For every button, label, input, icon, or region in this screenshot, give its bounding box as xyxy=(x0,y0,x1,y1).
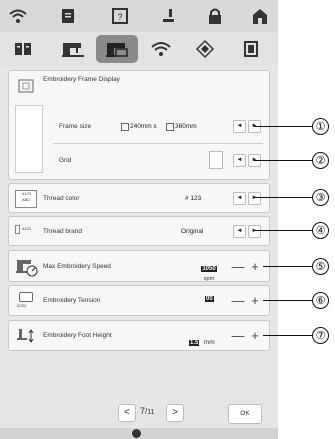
callout-line-4 xyxy=(254,230,312,231)
frame-size-label: Frame size xyxy=(59,123,92,130)
thread-color-icon: #123 ABC xyxy=(15,190,37,208)
tab-embroidery[interactable] xyxy=(96,35,138,63)
thread-color-prev-button[interactable]: ◄ xyxy=(233,192,246,205)
thread-brand-prev-button[interactable]: ◄ xyxy=(233,225,246,238)
settings-category-tabs xyxy=(0,32,278,66)
bottom-bar xyxy=(0,428,278,439)
svg-text:?: ? xyxy=(117,12,122,22)
frame-size-prev-button[interactable]: ◄ xyxy=(233,120,246,133)
callout-line-3 xyxy=(254,197,312,198)
frame-size-width: 240mm x xyxy=(130,123,157,130)
settings-panel: Embroidery Frame Display Frame size 240m… xyxy=(8,70,270,400)
screen-frame-icon xyxy=(244,41,258,57)
wifi-tab-icon xyxy=(151,42,171,56)
frame-divider xyxy=(53,143,263,144)
tab-general[interactable] xyxy=(2,35,44,63)
frame-display-icon xyxy=(18,79,34,93)
callout-5: ⑤ xyxy=(312,258,329,275)
thread-color-icon-text-1: #123 xyxy=(22,191,31,196)
max-speed-value: 1050 xyxy=(201,266,217,272)
tension-icon: ICON xyxy=(15,291,37,311)
tab-network[interactable] xyxy=(140,35,182,63)
max-speed-label: Max Embroidery Speed xyxy=(43,263,111,270)
callout-line-7 xyxy=(263,335,312,336)
thread-brand-icon-text: #123 xyxy=(22,226,31,231)
thread-color-icon-text-2: ABC xyxy=(22,197,31,202)
max-speed-minus-button[interactable]: — xyxy=(231,259,245,275)
max-speed-unit: spm xyxy=(203,276,215,282)
tension-plus-button[interactable]: + xyxy=(248,293,262,309)
next-page-button[interactable]: > xyxy=(166,404,184,422)
document-icon xyxy=(62,9,74,23)
ok-button[interactable]: OK xyxy=(228,404,262,424)
thread-brand-next-button[interactable]: ► xyxy=(248,225,261,238)
wifi-icon xyxy=(9,9,27,23)
speed-machine-icon xyxy=(16,260,38,277)
thread-brand-icon: #123 xyxy=(15,223,35,237)
thread-color-next-button[interactable]: ► xyxy=(248,192,261,205)
tab-sewing[interactable] xyxy=(52,35,94,63)
callout-2: ② xyxy=(312,152,329,169)
page-navigation: < 7/11 > OK xyxy=(0,404,278,426)
frame-display-title: Embroidery Frame Display xyxy=(43,76,120,83)
help-icon[interactable]: ? xyxy=(110,6,130,26)
frame-width-icon xyxy=(121,123,129,131)
home-dot-icon[interactable] xyxy=(132,429,141,438)
home-icon[interactable] xyxy=(250,6,270,26)
foot-height-card: Embroidery Foot Height 1.5 mm — + xyxy=(8,320,270,351)
tension-value: 00 xyxy=(205,296,214,302)
foot-height-icon xyxy=(17,329,34,343)
callout-line-6 xyxy=(263,300,312,301)
lock-icon[interactable] xyxy=(205,6,225,26)
tension-minus-button[interactable]: — xyxy=(231,293,245,309)
grid-prev-button[interactable]: ◄ xyxy=(233,154,246,167)
thread-brand-card: #123 Thread brand Original ◄ ► xyxy=(8,216,270,246)
thread-brand-spool-icon xyxy=(15,225,20,234)
foot-height-readout: 1.5 mm xyxy=(189,331,215,349)
callout-line-2 xyxy=(254,160,312,161)
frame-height-icon xyxy=(166,123,174,131)
frame-display-card: Embroidery Frame Display Frame size 240m… xyxy=(8,70,270,180)
thread-color-card: #123 ABC Thread color # 123 ◄ ► xyxy=(8,183,270,213)
book-icon xyxy=(15,43,31,55)
foot-height-unit: mm xyxy=(203,339,215,346)
callout-4: ④ xyxy=(312,222,329,239)
tension-card: ICON Embroidery Tension 00 — + xyxy=(8,285,270,316)
tension-dial-icon xyxy=(19,292,33,302)
max-speed-card: Max Embroidery Speed 1050 spm — + xyxy=(8,250,270,282)
foot-height-label: Embroidery Foot Height xyxy=(43,332,112,339)
previous-page-button[interactable]: < xyxy=(118,404,136,422)
grid-label: Grid xyxy=(59,157,72,164)
foot-height-minus-button[interactable]: — xyxy=(231,328,245,344)
presser-foot-icon[interactable] xyxy=(160,6,180,26)
embroidery-machine-icon xyxy=(106,43,128,57)
tab-machine-settings[interactable] xyxy=(184,35,226,63)
foot-height-plus-button[interactable]: + xyxy=(248,328,262,344)
status-bar: ? xyxy=(0,0,278,32)
thread-color-label: Thread color xyxy=(43,195,80,202)
foot-height-value: 1.5 xyxy=(189,340,200,346)
settings-screen: ? Embroidery Frame Display Frame size 24… xyxy=(0,0,278,439)
thread-color-value: # 123 xyxy=(185,195,202,202)
callout-line-5 xyxy=(263,266,312,267)
thread-brand-label: Thread brand xyxy=(43,228,83,235)
callout-7: ⑦ xyxy=(312,327,329,344)
page-indicator: 7/11 xyxy=(140,406,155,416)
thread-brand-value: Original xyxy=(181,228,204,235)
callout-line-1 xyxy=(254,126,312,127)
frame-preview xyxy=(15,105,43,173)
diamond-settings-icon xyxy=(195,39,215,59)
max-speed-readout: 1050 spm xyxy=(199,257,219,282)
callout-3: ③ xyxy=(312,189,329,206)
total-pages: 11 xyxy=(147,409,155,416)
frame-size-height: 360mm xyxy=(175,123,197,130)
tab-screen[interactable] xyxy=(230,35,272,63)
tension-label: Embroidery Tension xyxy=(43,297,101,304)
callout-6: ⑥ xyxy=(312,292,329,309)
callout-1: ① xyxy=(312,118,329,135)
max-speed-plus-button[interactable]: + xyxy=(248,259,262,275)
tension-icon-text: ICON xyxy=(17,304,26,308)
sewing-machine-icon xyxy=(62,43,84,57)
grid-preview xyxy=(209,151,223,169)
